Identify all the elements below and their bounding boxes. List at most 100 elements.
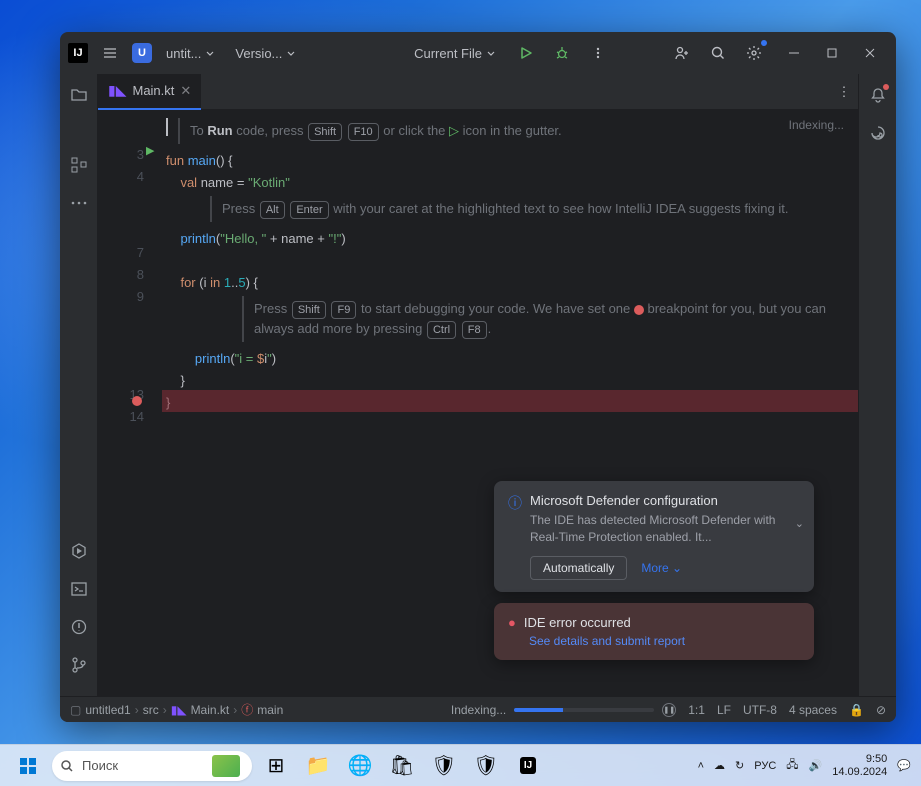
minimize-button[interactable] xyxy=(776,39,812,67)
tab-bar: ▮◣ Main.kt ✕ ⋮ xyxy=(98,74,858,110)
close-window-button[interactable] xyxy=(852,39,888,67)
ide-window: IJ U untit... Versio... Current File xyxy=(60,32,896,722)
chevron-down-icon xyxy=(486,48,496,58)
warn-circle-icon xyxy=(70,618,88,636)
debug-button[interactable] xyxy=(548,39,576,67)
ai-button[interactable] xyxy=(865,120,891,146)
structure-tool-button[interactable] xyxy=(66,152,92,178)
editor-area: ▮◣ Main.kt ✕ ⋮ Indexing... 3 4 7 8 9 xyxy=(98,74,858,696)
gear-icon xyxy=(746,45,762,61)
taskbar-search[interactable]: Поиск xyxy=(52,751,252,781)
more-tool-button[interactable] xyxy=(66,190,92,216)
chevron-down-icon xyxy=(286,48,296,58)
notifications-tray-icon[interactable]: 💬 xyxy=(897,759,911,772)
tab-menu-button[interactable]: ⋮ xyxy=(830,84,858,100)
tray-chevron-icon[interactable]: ˄ xyxy=(698,760,704,772)
settings-button[interactable] xyxy=(740,39,768,67)
line-ending[interactable]: LF xyxy=(717,703,731,717)
line-number: 7 xyxy=(98,242,144,264)
expand-button[interactable]: ⌄ xyxy=(795,517,804,530)
error-icon: ● xyxy=(508,615,516,630)
spiral-icon xyxy=(870,125,886,141)
more-actions-button[interactable] xyxy=(584,39,612,67)
main-menu-button[interactable] xyxy=(96,39,124,67)
run-config-dropdown[interactable]: Current File xyxy=(406,42,504,65)
project-badge: U xyxy=(132,43,152,63)
automatically-button[interactable]: Automatically xyxy=(530,556,627,580)
bug-icon xyxy=(555,46,569,60)
notification-title: Microsoft Defender configuration xyxy=(530,493,800,508)
breadcrumb[interactable]: ▢untitled1 ›src ›▮◣Main.kt ›ⓕmain xyxy=(70,701,283,718)
services-tool-button[interactable] xyxy=(66,538,92,564)
caret-position[interactable]: 1:1 xyxy=(688,703,705,717)
line-number: 4 xyxy=(98,166,144,188)
terminal-icon xyxy=(70,580,88,598)
info-icon: ⓘ xyxy=(508,493,522,513)
close-tab-button[interactable]: ✕ xyxy=(180,83,191,99)
task-view-button[interactable]: ⊞ xyxy=(258,751,294,781)
titlebar: IJ U untit... Versio... Current File xyxy=(60,32,896,74)
windows-icon xyxy=(19,757,37,775)
indexing-progress[interactable]: Indexing... ❚❚ xyxy=(451,703,676,717)
code-line: } xyxy=(166,370,850,392)
vcs-tool-button[interactable] xyxy=(66,652,92,678)
breakpoint-dot-icon[interactable] xyxy=(132,396,142,406)
play-icon xyxy=(519,46,533,60)
intellij-button[interactable]: IJ xyxy=(510,751,546,781)
line-number: 8 xyxy=(98,264,144,286)
project-name: untit... xyxy=(166,46,201,61)
app-icon: IJ xyxy=(68,43,88,63)
structure-icon xyxy=(70,156,88,174)
language-indicator[interactable]: РУС xyxy=(754,760,776,772)
encoding[interactable]: UTF-8 xyxy=(743,703,777,717)
terminal-tool-button[interactable] xyxy=(66,576,92,602)
start-button[interactable] xyxy=(10,751,46,781)
problems-tool-button[interactable] xyxy=(66,614,92,640)
security2-button[interactable]: 🛡 xyxy=(468,751,504,781)
error-title: IDE error occurred xyxy=(524,615,631,630)
notification-dot-icon xyxy=(883,84,889,90)
edge-button[interactable]: 🌐 xyxy=(342,751,378,781)
notifications-button[interactable] xyxy=(865,82,891,108)
project-tool-button[interactable] xyxy=(66,82,92,108)
person-plus-icon xyxy=(674,45,690,61)
file-tab[interactable]: ▮◣ Main.kt ✕ xyxy=(98,74,201,110)
run-gutter-icon[interactable]: ▶ xyxy=(146,144,154,157)
clock[interactable]: 9:50 14.09.2024 xyxy=(832,753,887,779)
indent[interactable]: 4 spaces xyxy=(789,703,837,717)
breadcrumb-func: main xyxy=(257,703,283,717)
system-tray[interactable]: ˄ ☁ ↻ РУС 🖧 🔊 9:50 14.09.2024 💬 xyxy=(698,753,911,779)
hint-alt-enter: Press Alt Enter with your caret at the h… xyxy=(210,196,850,222)
error-details-link[interactable]: See details and submit report xyxy=(529,634,800,648)
dots-h-icon xyxy=(71,201,87,205)
search-everywhere-button[interactable] xyxy=(704,39,732,67)
pause-button[interactable]: ❚❚ xyxy=(662,703,676,717)
notification-body: The IDE has detected Microsoft Defender … xyxy=(530,512,800,546)
ide-errors-icon[interactable]: ⊘ xyxy=(876,703,886,717)
tray-sync-icon[interactable]: ↻ xyxy=(735,759,744,772)
hint-debug: Press Shift F9 to start debugging your c… xyxy=(242,296,850,342)
maximize-button[interactable] xyxy=(814,39,850,67)
line-number: 3 xyxy=(98,144,144,166)
status-bar: ▢untitled1 ›src ›▮◣Main.kt ›ⓕmain Indexi… xyxy=(60,696,896,722)
breadcrumb-project: untitled1 xyxy=(85,703,130,717)
breadcrumb-file: Main.kt xyxy=(191,703,230,717)
readonly-icon[interactable]: 🔒 xyxy=(849,703,864,717)
indexing-status: Indexing... xyxy=(451,703,506,717)
right-tool-rail xyxy=(858,74,896,696)
explorer-button[interactable]: 📁 xyxy=(300,751,336,781)
security-button[interactable]: 🛡 xyxy=(426,751,462,781)
collab-button[interactable] xyxy=(668,39,696,67)
store-button[interactable]: 🛍 xyxy=(384,751,420,781)
network-icon[interactable]: 🖧 xyxy=(786,756,798,775)
vcs-dropdown[interactable]: Versio... xyxy=(229,42,302,65)
volume-icon[interactable]: 🔊 xyxy=(809,759,823,772)
project-dropdown[interactable]: untit... xyxy=(160,42,221,65)
tray-onedrive-icon[interactable]: ☁ xyxy=(714,759,725,772)
more-dropdown[interactable]: More ⌄ xyxy=(641,561,682,575)
run-button[interactable] xyxy=(512,39,540,67)
search-placeholder: Поиск xyxy=(82,758,118,773)
line-number: 9 xyxy=(98,286,144,308)
search-icon xyxy=(710,45,726,61)
left-tool-rail xyxy=(60,74,98,696)
